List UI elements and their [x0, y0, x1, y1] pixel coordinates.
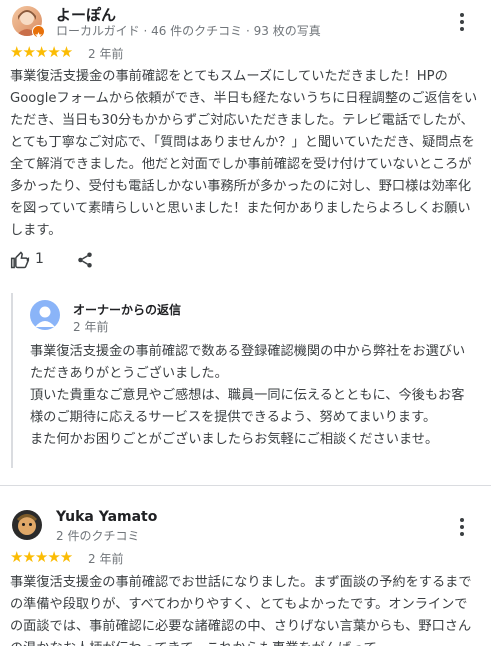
more-vert-icon[interactable] [460, 518, 464, 539]
owner-reply-label: オーナーからの返信 [73, 303, 182, 317]
share-icon [78, 252, 92, 268]
share-button[interactable] [76, 251, 94, 273]
reviewer-name[interactable]: Yuka Yamato [56, 509, 157, 525]
owner-avatar-icon [30, 300, 60, 330]
reply-indent-bar [11, 293, 13, 468]
like-count: 1 [35, 251, 44, 267]
more-vert-icon[interactable] [460, 13, 464, 34]
star-rating: ★★★★★ [10, 43, 73, 61]
like-button[interactable]: 1 [10, 250, 50, 270]
review-text: 事業復活支援金の事前確認でお世話になりました。まず面談の予約をするまでの準備や段… [10, 575, 472, 646]
review-date: 2 年前 [88, 552, 124, 566]
local-guide-badge-icon [32, 25, 45, 39]
review-date: 2 年前 [88, 47, 124, 61]
owner-reply-date: 2 年前 [73, 320, 109, 334]
reviewer-meta: ローカルガイド · 46 件のクチコミ · 93 枚の写真 [56, 24, 321, 38]
thumb-up-icon [10, 251, 30, 269]
star-rating: ★★★★★ [10, 548, 73, 566]
reviewer-avatar[interactable] [12, 510, 42, 540]
review-divider [0, 485, 491, 486]
reviewer-meta: 2 件のクチコミ [56, 529, 140, 543]
review-text: 事業復活支援金の事前確認をとてもスムーズにしていただきました！HPのGoogle… [10, 69, 478, 238]
owner-reply-text: 事業復活支援金の事前確認で数ある登録確認機関の中から弊社をお選びいただきありがと… [30, 344, 466, 447]
